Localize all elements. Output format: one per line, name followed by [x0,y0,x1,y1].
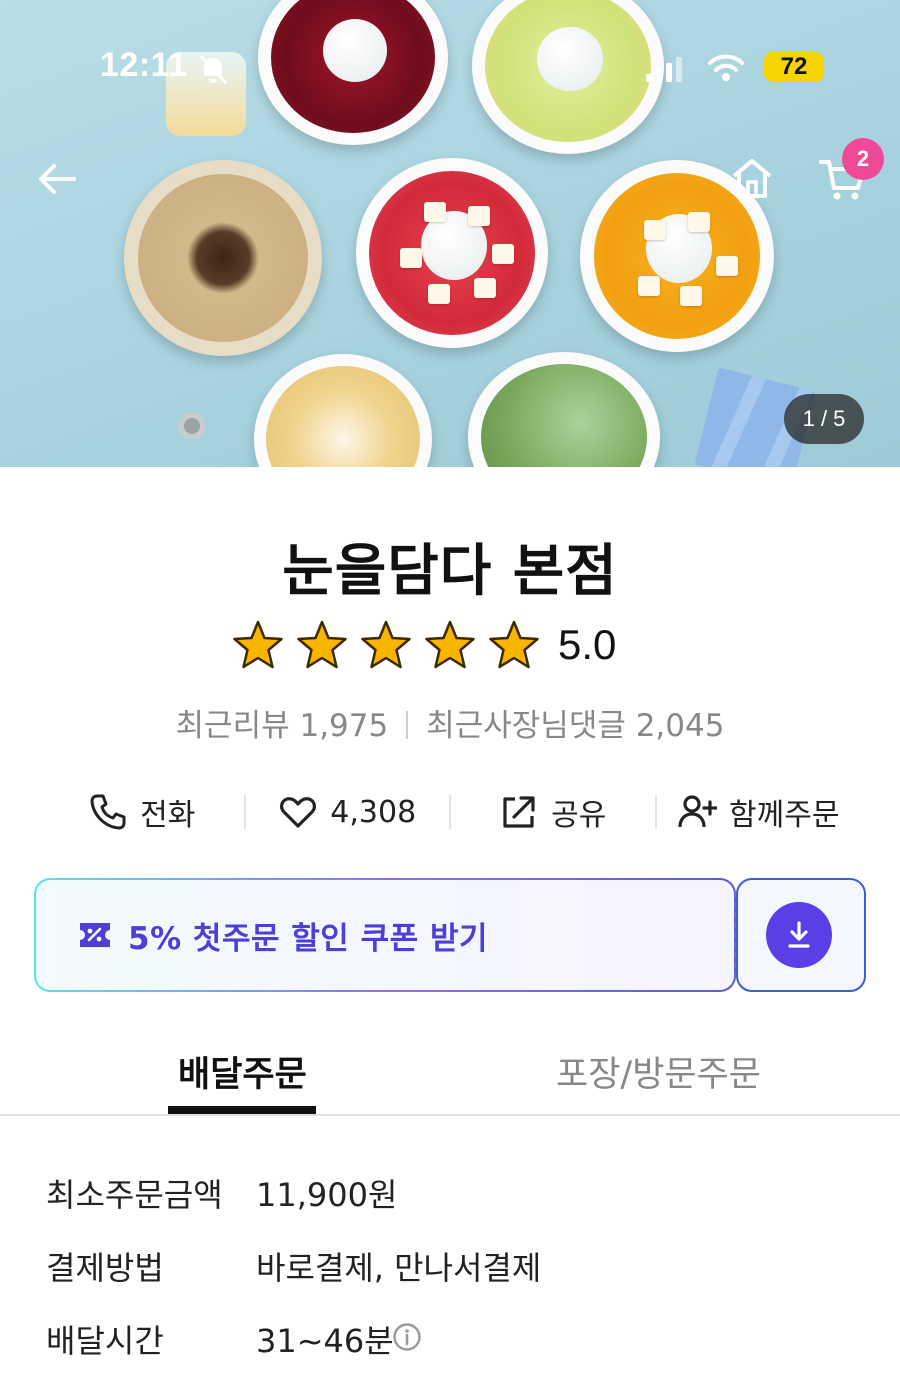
phone-icon [90,794,126,830]
min-order-value: 11,900원 [256,1176,398,1214]
share-label: 공유 [551,798,607,833]
coupon-icon [80,923,110,947]
store-name: 눈을담다 본점 [282,539,618,604]
download-icon [788,921,810,948]
star-icon [233,620,283,669]
signal-icon [646,57,682,82]
add-person-icon [678,795,718,828]
delivery-time-value: 31~46분 [256,1322,394,1360]
min-order-label: 최소주문금액 [46,1176,223,1214]
cart-count-badge: 2 [842,138,884,180]
tab-bar-line [0,1114,900,1116]
star-icon [361,620,411,669]
photo-counter: 1 / 5 [784,394,864,444]
like-count: 4,308 [330,794,417,830]
star-icon [425,620,475,669]
cherry-bowl [258,0,448,145]
info-icon[interactable] [392,1322,422,1352]
star-icon [297,620,347,669]
first-order-coupon[interactable]: 5% 첫주문 할인 쿠폰 받기 [34,878,736,992]
call-button[interactable]: 전화 [40,790,244,834]
payment-method-value: 바로결제, 만나서결제 [256,1249,542,1287]
home-icon[interactable] [728,154,776,202]
owner-replies-count[interactable]: 최근사장님댓글 2,045 [426,708,724,744]
melon-bowl [472,0,664,154]
store-actions: 전화 4,308 공유 함께주문 [40,786,860,838]
store-hero-photo[interactable]: 12:11 72 2 1 / 5 [0,0,900,467]
cornflake-bowl [254,354,432,467]
share-icon [503,796,535,828]
rating-value: 5.0 [558,621,617,668]
call-label: 전화 [140,798,196,833]
wifi-icon [708,54,744,81]
spoon [178,412,206,440]
download-button[interactable] [766,902,832,968]
recent-reviews-count[interactable]: 최근리뷰 1,975 [176,708,389,744]
tab-pickup-order[interactable]: 포장/방문주문 [556,1046,761,1097]
status-time: 12:11 [100,46,188,84]
divider [406,711,409,739]
rating-row[interactable]: 5.0 [232,620,616,670]
injeolmi-bowl [124,160,322,356]
bell-muted-icon [199,54,228,85]
group-order-button[interactable]: 함께주문 [657,790,861,834]
payment-method-label: 결제방법 [46,1249,164,1287]
battery-indicator: 72 [764,52,824,82]
matcha-bowl [468,352,660,467]
review-summary[interactable]: 최근리뷰 1,975 최근사장님댓글 2,045 [0,700,900,745]
strawberry-bowl [356,158,548,348]
share-button[interactable]: 공유 [451,790,655,834]
heart-icon [280,797,317,828]
delivery-time-label: 배달시간 [46,1322,164,1360]
star-icon [489,620,539,669]
active-tab-indicator [168,1106,316,1114]
like-button[interactable]: 4,308 [246,792,450,832]
tab-delivery-order[interactable]: 배달주문 [178,1046,307,1097]
back-arrow-icon[interactable] [34,156,80,202]
coupon-label: 5% 첫주문 할인 쿠폰 받기 [128,920,488,957]
group-order-label: 함께주문 [729,798,840,833]
